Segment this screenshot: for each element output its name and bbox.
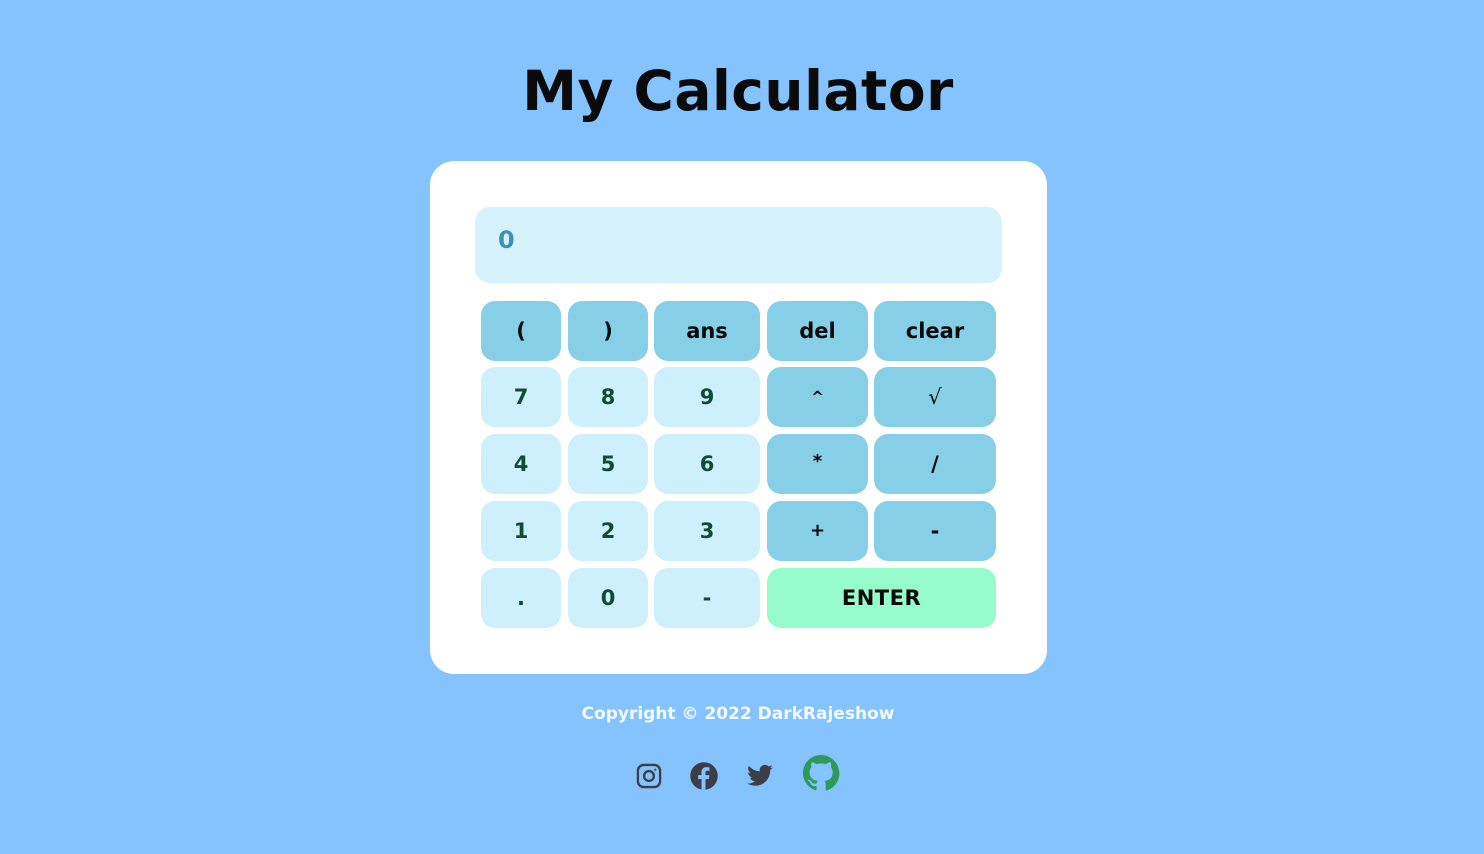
twitter-icon bbox=[747, 764, 773, 786]
clear-button[interactable]: clear bbox=[874, 301, 996, 361]
ans-button[interactable]: ans bbox=[654, 301, 760, 361]
one-button[interactable]: 1 bbox=[481, 501, 561, 561]
social-links bbox=[0, 752, 1484, 800]
minus-button[interactable]: - bbox=[874, 501, 996, 561]
instagram-link[interactable] bbox=[635, 762, 663, 790]
divide-button[interactable]: / bbox=[874, 434, 996, 494]
zero-button[interactable]: 0 bbox=[568, 568, 648, 628]
close-paren-button[interactable]: ) bbox=[568, 301, 648, 361]
facebook-link[interactable] bbox=[689, 761, 719, 791]
github-link[interactable] bbox=[802, 754, 840, 792]
decimal-button[interactable]: . bbox=[481, 568, 561, 628]
three-button[interactable]: 3 bbox=[654, 501, 760, 561]
four-button[interactable]: 4 bbox=[481, 434, 561, 494]
nine-button[interactable]: 9 bbox=[654, 367, 760, 427]
github-icon bbox=[802, 754, 840, 791]
instagram-icon bbox=[636, 763, 662, 789]
copyright-text: Copyright © 2022 DarkRajeshow bbox=[581, 704, 895, 724]
two-button[interactable]: 2 bbox=[568, 501, 648, 561]
six-button[interactable]: 6 bbox=[654, 434, 760, 494]
seven-button[interactable]: 7 bbox=[481, 367, 561, 427]
calculator-display: 0 bbox=[475, 207, 1002, 283]
sqrt-button[interactable]: √ bbox=[874, 367, 996, 427]
delete-button[interactable]: del bbox=[767, 301, 868, 361]
multiply-button[interactable]: * bbox=[767, 434, 868, 494]
eight-button[interactable]: 8 bbox=[568, 367, 648, 427]
enter-button[interactable]: ENTER bbox=[767, 568, 996, 628]
five-button[interactable]: 5 bbox=[568, 434, 648, 494]
negate-button[interactable]: - bbox=[654, 568, 760, 628]
facebook-icon bbox=[690, 762, 718, 790]
page-title: My Calculator bbox=[522, 59, 954, 123]
calculator-card: 0 ( ) ans del clear 7 8 9 ^ √ 4 5 6 * / … bbox=[430, 161, 1047, 674]
power-button[interactable]: ^ bbox=[767, 367, 868, 427]
plus-button[interactable]: + bbox=[767, 501, 868, 561]
twitter-link[interactable] bbox=[745, 762, 775, 790]
open-paren-button[interactable]: ( bbox=[481, 301, 561, 361]
